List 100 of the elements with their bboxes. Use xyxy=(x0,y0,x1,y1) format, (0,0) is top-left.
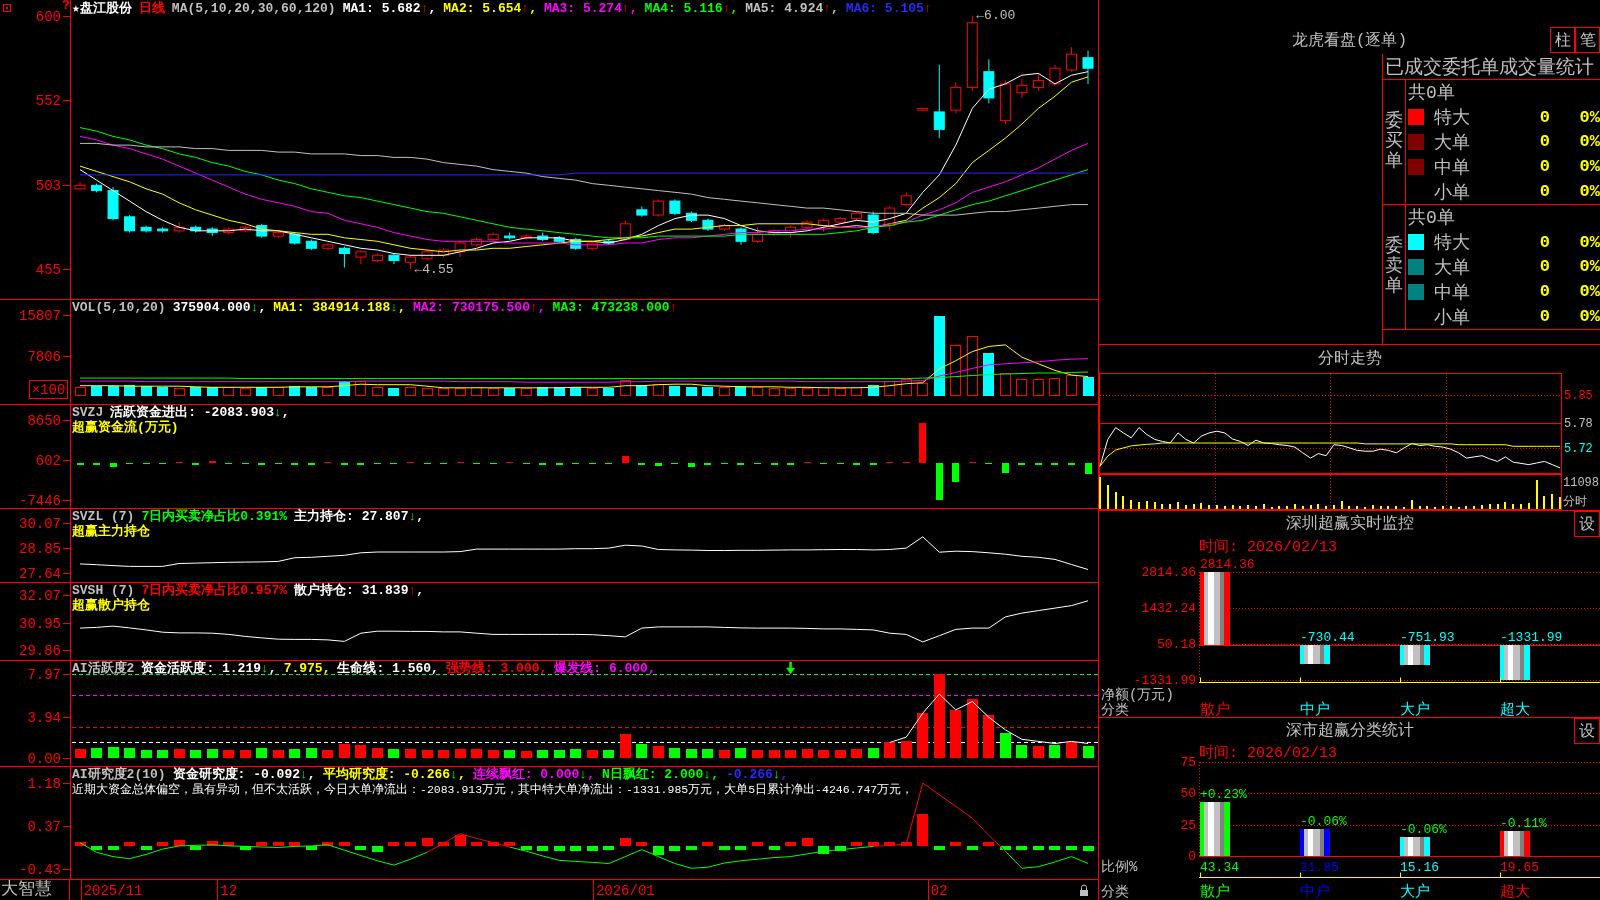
candle xyxy=(206,226,218,237)
order-count: 0 xyxy=(1539,232,1550,252)
axis-label: 455 xyxy=(35,261,61,278)
indicator-label: 7日内买卖净占比0.957% xyxy=(141,583,288,598)
category-label: 超大 xyxy=(1500,702,1530,717)
data-label: 43.34 xyxy=(1200,860,1239,875)
order-size-label: 特大 xyxy=(1434,107,1471,130)
candle xyxy=(289,232,301,246)
order-count: 0 xyxy=(1539,282,1550,302)
candle xyxy=(1082,50,1094,85)
axis-title: 分类 xyxy=(1101,884,1129,900)
axis-label: 29.86 xyxy=(19,642,61,659)
indicator-label: 7日内买卖净占比0.391% xyxy=(141,509,288,524)
axis-label: 5.85 xyxy=(1564,388,1593,403)
category-label: 散户 xyxy=(1200,884,1230,900)
data-label: -751.93 xyxy=(1400,630,1455,645)
brand-label: 大智慧 xyxy=(0,880,70,900)
axis-label: 1.18 xyxy=(27,775,61,792)
order-percent: 0% xyxy=(1579,232,1600,252)
candle xyxy=(421,249,433,262)
change-label: +0.23% xyxy=(1200,787,1247,802)
order-count: 0 xyxy=(1539,182,1550,202)
candle xyxy=(818,218,830,233)
axis-label: 1432.24 xyxy=(1141,601,1196,616)
order-count: 0 xyxy=(1539,257,1550,277)
indicator-reading: MA5: 4.924↑, xyxy=(745,1,839,16)
candle xyxy=(950,81,962,115)
axis-label: 5.78 xyxy=(1564,416,1593,431)
indicator-reading: 平均研究度: -0.266↓, xyxy=(322,767,466,782)
order-percent: 0% xyxy=(1579,182,1600,202)
view-toggle-button[interactable]: 笔 xyxy=(1575,27,1600,53)
square-icon xyxy=(3,4,11,12)
candle xyxy=(487,232,499,242)
candle xyxy=(867,211,879,235)
indicator-reading: MA3: 5.274↑, xyxy=(543,1,638,16)
axis-label: 600 xyxy=(35,8,61,25)
order-count: 0 xyxy=(1539,307,1550,327)
axis-label: -0.43 xyxy=(19,861,61,878)
timestamp: 时间: 2026/02/13 xyxy=(1199,745,1338,762)
view-toggle-button[interactable]: 柱 xyxy=(1550,27,1575,53)
candle xyxy=(520,233,532,241)
settings-button[interactable]: 设 xyxy=(1574,718,1600,744)
indicator-reading: 375904.000↓, xyxy=(172,300,267,315)
order-total: 共0单 xyxy=(1408,207,1455,230)
candle xyxy=(107,186,119,221)
candle xyxy=(355,249,367,265)
candle xyxy=(74,181,86,192)
order-total: 共0单 xyxy=(1408,82,1455,105)
panel-title: 深市超赢分类统计 xyxy=(1285,721,1414,741)
axis-label: 0 xyxy=(1188,849,1196,864)
candle xyxy=(851,211,863,221)
indicator-reading: 连续飘红: 0.000↓, xyxy=(472,767,595,782)
peak-volume-label: 11098 xyxy=(1563,476,1599,490)
change-label: -0.11% xyxy=(1500,816,1547,831)
axis-label: -7446 xyxy=(19,492,61,508)
axis-label: 602 xyxy=(35,452,61,469)
candle xyxy=(140,225,152,234)
order-percent: 0% xyxy=(1579,157,1600,177)
period-label: 分时 xyxy=(1563,495,1587,509)
data-label: 15.16 xyxy=(1400,860,1439,875)
candle xyxy=(173,221,185,234)
date-label: 02 xyxy=(930,883,948,899)
candle xyxy=(239,225,251,234)
indicator-label: SVZL (7) xyxy=(72,509,135,524)
indicator-reading: 资金活跃度: 1.219↓, xyxy=(141,661,277,676)
category-label: 大户 xyxy=(1400,702,1430,717)
indicator-label: 日线 xyxy=(138,1,165,16)
axis-label: 8650 xyxy=(27,412,61,429)
candle xyxy=(553,235,565,244)
indicator-reading: MA3: 473238.000↑ xyxy=(552,300,678,315)
indicator-label: 强势线: 3.000, xyxy=(445,661,548,676)
candle xyxy=(702,218,714,232)
indicator-title: 超赢散户持仓 xyxy=(72,598,150,613)
candle xyxy=(537,232,549,242)
candle xyxy=(322,242,334,251)
panel-title: 深圳超赢实时监控 xyxy=(1285,514,1414,534)
indicator-reading: N日飘红: 2.000↓, xyxy=(601,767,719,782)
axis-title: 净额(万元) xyxy=(1101,687,1174,703)
axis-label: 50.18 xyxy=(1157,637,1196,652)
candle xyxy=(785,225,797,239)
candle xyxy=(801,219,813,230)
order-size-label: 特大 xyxy=(1434,232,1471,255)
data-label: 19.65 xyxy=(1500,860,1539,875)
settings-button[interactable]: 设 xyxy=(1574,511,1600,537)
chart-annotation: ←4.55 xyxy=(414,261,454,277)
axis-label: 7806 xyxy=(27,348,61,365)
indicator-reading: MA2: 5.654↑, xyxy=(443,1,537,16)
axis-label: 7.97 xyxy=(27,666,61,683)
panel-title: 龙虎看盘(逐单) xyxy=(1291,31,1408,51)
order-percent: 0% xyxy=(1579,107,1600,127)
candle xyxy=(157,226,169,234)
axis-label: 0.37 xyxy=(27,818,61,835)
category-label: 超大 xyxy=(1500,884,1530,900)
data-label: -1331.99 xyxy=(1500,630,1563,645)
candle xyxy=(272,230,284,239)
category-label: 中户 xyxy=(1300,884,1330,900)
axis-label: 30.95 xyxy=(19,615,61,632)
candle xyxy=(471,237,483,248)
indicator-reading: MA1: 384914.188↓, xyxy=(273,300,406,315)
category-label: 大户 xyxy=(1400,884,1430,900)
